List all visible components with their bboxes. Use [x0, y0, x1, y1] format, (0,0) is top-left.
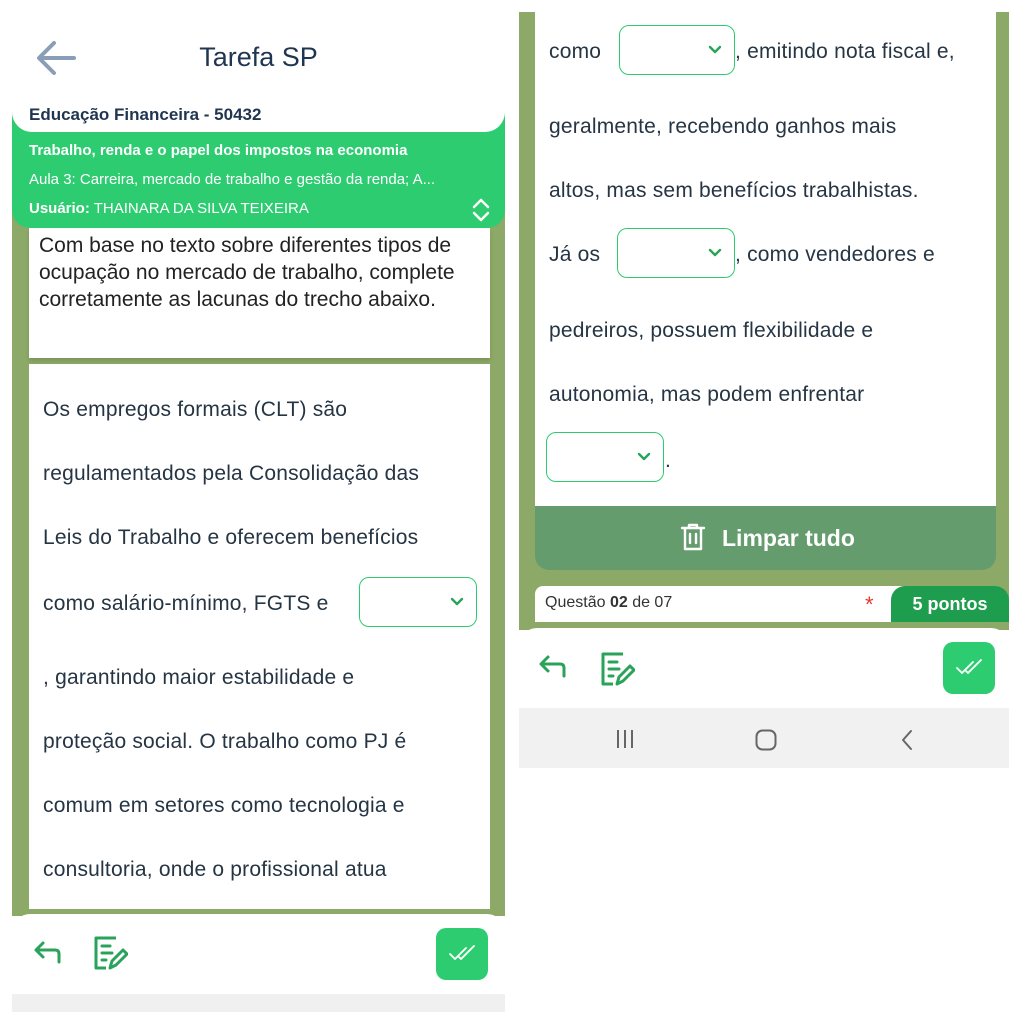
lesson-name: Aula 3: Carreira, mercado de trabalho e …: [29, 171, 436, 188]
clear-all-button[interactable]: Limpar tudo: [535, 506, 996, 570]
question-card: Com base no texto sobre diferentes tipos…: [29, 228, 490, 358]
app-header: Tarefa SP: [12, 0, 505, 98]
submit-button[interactable]: [943, 642, 995, 694]
passage-line: pedreiros, possuem flexibilidade e: [549, 319, 874, 342]
passage-text: , emitindo nota fiscal e,: [735, 40, 955, 63]
passage-text: , como vendedores e: [735, 243, 935, 266]
question-total: de 07: [632, 594, 673, 611]
passage-line: autonomia, mas podem enfrentar: [549, 383, 865, 406]
left-screen: Tarefa SP Educação Financeira - 50432 Tr…: [12, 0, 505, 1012]
trash-icon: [680, 523, 706, 551]
user-name: THAINARA DA SILVA TEIXEIRA: [93, 200, 309, 217]
clear-all-label: Limpar tudo: [722, 525, 855, 551]
reply-button[interactable]: [32, 938, 62, 973]
task-info-card[interactable]: Educação Financeira - 50432 Trabalho, re…: [12, 96, 505, 228]
blank-select-3[interactable]: [617, 228, 735, 278]
edit-note-icon: [94, 936, 129, 970]
chevron-down-icon: [708, 45, 722, 54]
blank-select-2[interactable]: [619, 25, 735, 75]
home-button[interactable]: [754, 728, 778, 757]
required-mark: *: [865, 592, 874, 617]
chevron-down-icon: [637, 452, 651, 461]
system-back-button[interactable]: [899, 728, 915, 757]
reply-icon: [539, 655, 566, 678]
double-check-icon: [956, 659, 982, 674]
system-navigation-bar: [519, 708, 1009, 768]
user-label: Usuário:: [29, 200, 90, 217]
passage-line: comum em setores como tecnologia e: [43, 794, 405, 817]
recent-apps-button[interactable]: [614, 728, 636, 755]
chevron-down-icon: [450, 597, 464, 606]
passage-line: Os empregos formais (CLT) são: [43, 398, 348, 421]
right-screen: como , emitindo nota fiscal e, geralment…: [519, 0, 1009, 768]
passage-line: consultoria, onde o profissional atua: [43, 858, 387, 881]
subject-name: Trabalho, renda e o papel dos impostos n…: [29, 142, 408, 159]
submit-button[interactable]: [436, 928, 488, 980]
passage-card: como , emitindo nota fiscal e, geralment…: [535, 12, 996, 506]
question-current: 02: [609, 594, 628, 611]
question-prompt: Com base no texto sobre diferentes tipos…: [39, 234, 455, 311]
question-label: Questão: [545, 594, 606, 611]
page-title: Tarefa SP: [199, 42, 318, 72]
passage-text: como: [549, 40, 602, 63]
passage-line: , garantindo maior estabilidade e: [43, 666, 355, 689]
blank-select-4[interactable]: [546, 432, 664, 482]
user-info: Usuário: THAINARA DA SILVA TEIXEIRA: [29, 200, 309, 217]
chevron-down-icon: [708, 248, 722, 257]
expand-icon[interactable]: [470, 196, 492, 224]
passage-line: proteção social. O trabalho como PJ é: [43, 730, 407, 753]
footer-strip: [12, 994, 505, 1012]
reply-button[interactable]: [537, 652, 567, 687]
notes-button[interactable]: [599, 650, 636, 693]
blank-select-1[interactable]: [359, 577, 477, 627]
passage-line: Leis do Trabalho e oferecem benefícios: [43, 526, 419, 549]
bottom-action-bar: [519, 628, 1009, 708]
course-header: Educação Financeira - 50432: [12, 96, 505, 132]
passage-text: Já os: [549, 243, 601, 266]
back-icon: [902, 730, 912, 750]
bottom-action-bar: [12, 914, 505, 994]
points-badge: 5 pontos: [891, 586, 1009, 622]
passage-line: como salário-mínimo, FGTS e: [43, 592, 329, 615]
course-name: Educação Financeira - 50432: [29, 105, 262, 124]
double-check-icon: [449, 945, 475, 960]
edit-note-icon: [601, 652, 636, 686]
reply-icon: [34, 941, 61, 964]
home-icon: [755, 729, 777, 751]
passage-line: geralmente, recebendo ganhos mais: [549, 115, 897, 138]
passage-text: .: [665, 449, 672, 472]
question-progress-bar: Questão 02 de 07 * 5 pontos: [535, 586, 1009, 622]
passage-line: altos, mas sem benefícios trabalhistas.: [549, 179, 919, 202]
passage-card: Os empregos formais (CLT) são regulament…: [29, 364, 490, 909]
notes-button[interactable]: [92, 934, 129, 977]
question-counter: Questão 02 de 07: [545, 594, 672, 612]
recent-apps-icon: [617, 730, 633, 748]
passage-line: regulamentados pela Consolidação das: [43, 462, 420, 485]
